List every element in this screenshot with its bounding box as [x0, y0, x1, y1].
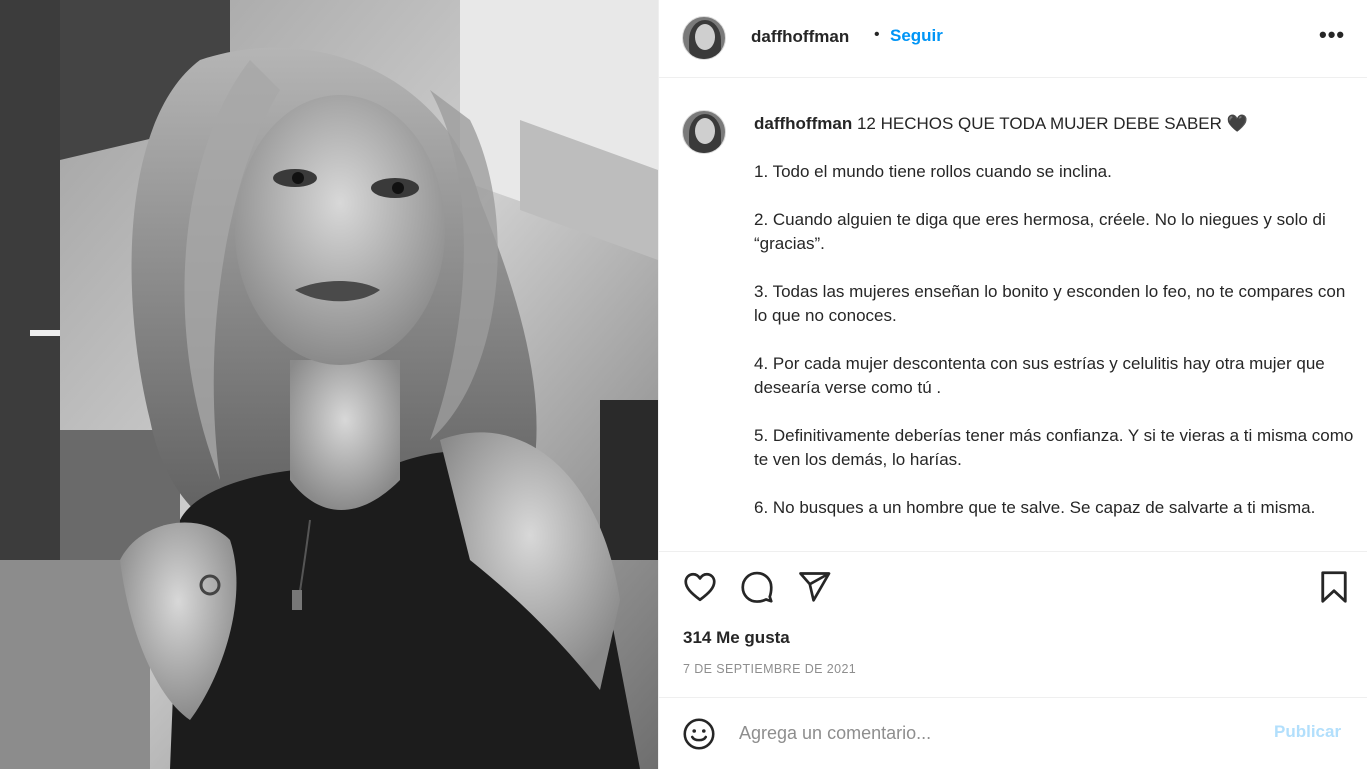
post-header: daffhoffman • Seguir •••: [659, 0, 1367, 78]
comment-bar: Publicar: [659, 697, 1367, 769]
comment-input[interactable]: [739, 720, 1259, 746]
post-date[interactable]: 7 DE SEPTIEMBRE DE 2021: [683, 662, 856, 676]
caption-item: 4. Por cada mujer descontenta con sus es…: [754, 354, 1325, 397]
caption-title-line: daffhoffman 12 HECHOS QUE TODA MUJER DEB…: [754, 112, 1359, 136]
emoji-icon[interactable]: [681, 716, 717, 752]
avatar-face: [695, 118, 715, 144]
caption-item: 3. Todas las mujeres enseñan lo bonito y…: [754, 282, 1346, 325]
post-actions: 314 Me gusta 7 DE SEPTIEMBRE DE 2021: [659, 551, 1367, 697]
author-avatar[interactable]: [682, 16, 726, 60]
author-username[interactable]: daffhoffman: [751, 27, 849, 47]
header-separator: •: [874, 26, 880, 43]
caption-section: daffhoffman 12 HECHOS QUE TODA MUJER DEB…: [659, 79, 1367, 551]
share-icon[interactable]: [796, 569, 832, 605]
post-photo[interactable]: [0, 0, 658, 769]
caption-avatar[interactable]: [682, 110, 726, 154]
comment-icon[interactable]: [739, 569, 775, 605]
follow-button[interactable]: Seguir: [890, 26, 943, 46]
caption-username[interactable]: daffhoffman: [754, 114, 852, 133]
photo-illustration: [0, 0, 658, 769]
caption-item: 6. No busques a un hombre que te salve. …: [754, 498, 1316, 517]
caption-item: 1. Todo el mundo tiene rollos cuando se …: [754, 162, 1112, 181]
heart-icon[interactable]: [682, 569, 718, 605]
post-details-panel: daffhoffman • Seguir ••• daffhoffman 12 …: [658, 0, 1367, 769]
caption-item: 5. Definitivamente deberías tener más co…: [754, 426, 1354, 469]
publish-button[interactable]: Publicar: [1274, 722, 1341, 742]
bookmark-icon[interactable]: [1316, 569, 1352, 605]
more-options-icon[interactable]: •••: [1319, 22, 1345, 48]
caption-text: daffhoffman 12 HECHOS QUE TODA MUJER DEB…: [754, 112, 1359, 544]
avatar-face: [695, 24, 715, 50]
caption-title: 12 HECHOS QUE TODA MUJER DEBE SABER 🖤: [856, 114, 1248, 133]
likes-count[interactable]: 314 Me gusta: [683, 628, 790, 648]
caption-item: 2. Cuando alguien te diga que eres hermo…: [754, 210, 1326, 253]
